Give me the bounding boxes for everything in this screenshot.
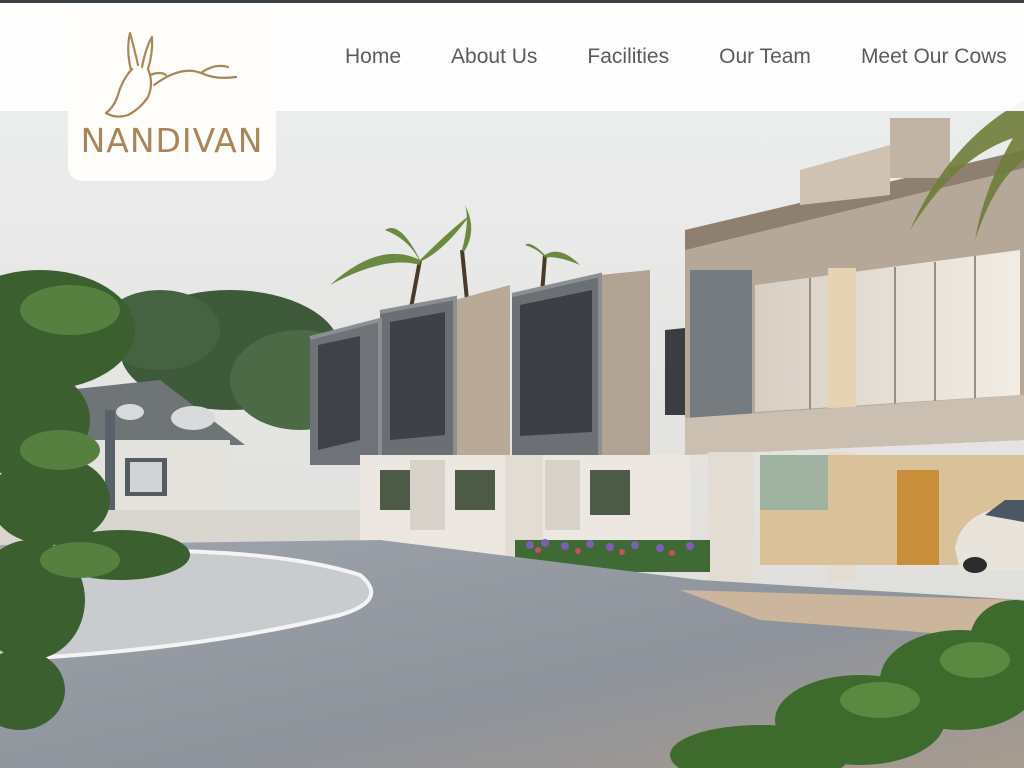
page: NANDIVAN Home About Us Facilities Our Te…	[0, 0, 1024, 768]
nav-item-home[interactable]: Home	[345, 45, 401, 69]
cow-line-art-icon	[104, 31, 238, 118]
main-nav: Home About Us Facilities Our Team Meet O…	[345, 3, 1024, 111]
brand-name: NANDIVAN	[80, 121, 264, 160]
nav-item-meet-our-cows[interactable]: Meet Our Cows	[861, 45, 1007, 69]
nav-item-our-team[interactable]: Our Team	[719, 45, 811, 69]
nav-item-facilities[interactable]: Facilities	[587, 45, 669, 69]
brand-logo[interactable]: NANDIVAN	[68, 3, 276, 181]
top-strip	[0, 0, 1024, 3]
nav-item-about-us[interactable]: About Us	[451, 45, 537, 69]
